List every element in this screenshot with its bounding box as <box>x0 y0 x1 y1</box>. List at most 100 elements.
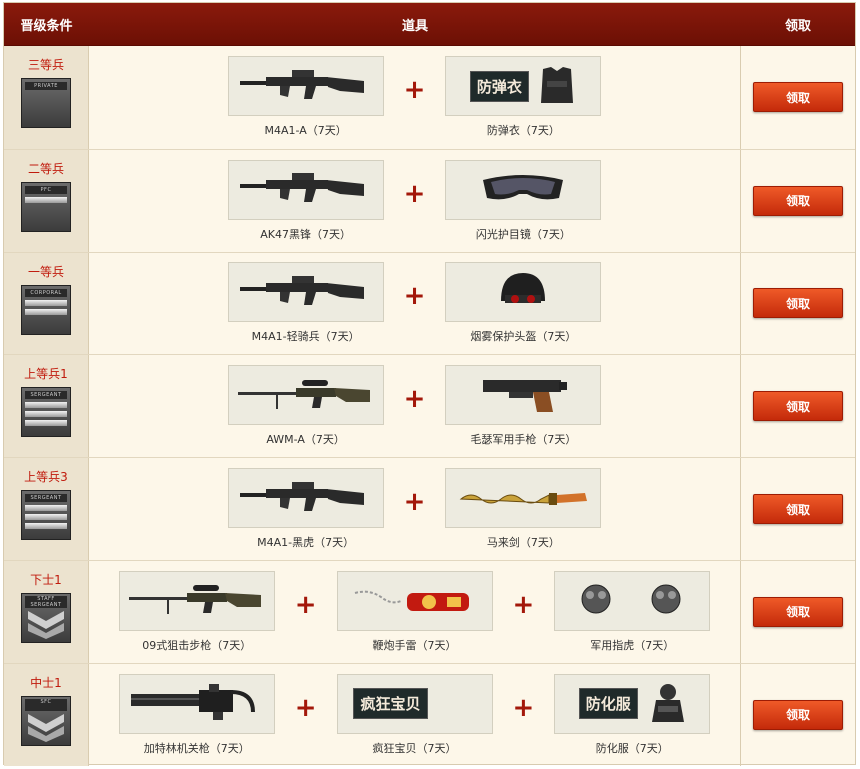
item-thumbnail <box>227 56 384 117</box>
rank-cell: 上等兵3 SERGEANT <box>4 458 89 560</box>
item-label: 疯狂宝贝（7天） <box>372 741 457 755</box>
firecracker-icon <box>345 579 485 622</box>
knuckles-icon <box>562 579 702 622</box>
rifle-icon <box>236 477 376 520</box>
plus-icon: + <box>512 589 535 620</box>
item-label: M4A1-黑虎（7天） <box>257 536 355 550</box>
header-rank: 晋级条件 <box>20 18 73 34</box>
items-cell: M4A1-轻骑兵（7天） + 烟雾保护头盔（7天） <box>89 252 741 355</box>
plus-icon: + <box>403 178 426 209</box>
rank-name: 二等兵 <box>27 161 64 176</box>
item-thumbnail <box>445 262 602 323</box>
reward-row: 一等兵 CORPORAL M4A1-轻骑兵（7天） + 烟雾保护头盔（7天） 领取 <box>4 251 855 355</box>
rank-name: 上等兵3 <box>24 470 68 485</box>
reward-table: 晋级条件 道具 领取 三等兵 PRIVATE M4A1-A（7天） + 防弹衣防弹衣（7… <box>3 2 856 766</box>
item-thumbnail <box>445 468 602 529</box>
items-cell: AWM-A（7天） + 毛瑟军用手枪（7天） <box>89 355 741 458</box>
items-cell: AK47黑锋（7天） + 闪光护目镜（7天） <box>89 149 741 252</box>
reward-item: 闪光护目镜（7天） <box>445 159 602 242</box>
item-thumbnail <box>118 673 275 734</box>
rifle-icon <box>236 168 376 211</box>
item-label: 烟雾保护头盔（7天） <box>470 330 577 344</box>
item-badge: 防化服 <box>578 688 638 720</box>
reward-item: AK47黑锋（7天） <box>227 159 384 242</box>
claim-button[interactable]: 领取 <box>753 596 843 627</box>
reward-row: 下士1 STAFF SERGEANT 09式狙击步枪（7天） + 鞭炮手雷（7天） + 军用指… <box>4 559 855 663</box>
reward-item: 09式狙击步枪（7天） <box>118 570 275 653</box>
claim-button[interactable]: 领取 <box>753 185 843 216</box>
reward-item: M4A1-黑虎（7天） <box>227 468 384 550</box>
claim-button[interactable]: 领取 <box>753 82 843 113</box>
reward-row: 上等兵3 SERGEANT M4A1-黑虎（7天） + 马来剑（7天） 领取 <box>4 457 855 560</box>
item-label: M4A1-轻骑兵（7天） <box>251 330 360 344</box>
rank-cell: 下士1 STAFF SERGEANT <box>4 560 89 663</box>
table-header: 晋级条件 道具 领取 <box>4 3 855 46</box>
plus-icon: + <box>294 692 317 723</box>
claim-button[interactable]: 领取 <box>753 699 843 730</box>
reward-item: 军用指虎（7天） <box>554 570 711 653</box>
rank-name: 三等兵 <box>27 58 64 72</box>
rank-name: 一等兵 <box>27 264 64 279</box>
rifle-icon <box>236 271 376 314</box>
reward-item: 疯狂宝贝疯狂宝贝（7天） <box>336 673 493 756</box>
header-items: 道具 <box>401 18 428 34</box>
item-thumbnail <box>554 570 711 631</box>
item-thumbnail: 疯狂宝贝 <box>336 673 493 734</box>
item-thumbnail <box>445 159 602 220</box>
sniper-icon <box>236 374 376 417</box>
reward-item: 毛瑟军用手枪（7天） <box>445 365 602 447</box>
item-thumbnail <box>445 365 602 426</box>
item-label: 马来剑（7天） <box>486 536 560 550</box>
rank-insignia: SERGEANT <box>21 490 71 541</box>
claim-button[interactable]: 领取 <box>753 288 843 319</box>
claim-cell: 领取 <box>741 664 855 766</box>
rank-name: 中士1 <box>30 675 62 690</box>
item-thumbnail <box>118 570 275 631</box>
reward-item: 防弹衣防弹衣（7天） <box>445 56 602 138</box>
reward-item: M4A1-A（7天） <box>227 56 384 138</box>
items-cell: M4A1-A（7天） + 防弹衣防弹衣（7天） <box>89 46 741 149</box>
sniper-icon <box>127 579 267 622</box>
claim-button[interactable]: 领取 <box>753 391 843 422</box>
plus-icon: + <box>403 384 426 415</box>
plus-icon: + <box>403 75 426 106</box>
claim-cell: 领取 <box>741 561 855 663</box>
item-label: 防化服（7天） <box>595 741 669 755</box>
rank-insignia: SFC <box>21 695 71 746</box>
rank-insignia: SERGEANT <box>21 387 71 438</box>
plus-icon: + <box>403 487 426 518</box>
item-badge: 防弹衣 <box>469 70 529 102</box>
claim-cell: 领取 <box>741 458 855 560</box>
item-thumbnail: 防化服 <box>554 673 711 734</box>
reward-item: M4A1-轻骑兵（7天） <box>227 262 384 344</box>
items-cell: 加特林机关枪（7天） + 疯狂宝贝 疯狂宝贝（7天） + 防化服 防化服（7天） <box>89 663 741 766</box>
item-thumbnail <box>227 262 384 323</box>
reward-item: 防化服防化服（7天） <box>554 673 711 756</box>
claim-cell: 领取 <box>741 355 855 457</box>
rank-name: 下士1 <box>30 572 62 587</box>
reward-item: 加特林机关枪（7天） <box>118 673 275 756</box>
minigun-icon <box>127 682 267 725</box>
claim-cell: 领取 <box>741 253 855 355</box>
item-thumbnail <box>336 570 493 631</box>
item-label: 09式狙击步枪（7天） <box>142 638 252 652</box>
item-label: 毛瑟军用手枪（7天） <box>470 433 577 447</box>
rank-cell: 二等兵 PFC <box>4 149 89 252</box>
item-thumbnail <box>227 468 384 529</box>
item-label: AWM-A（7天） <box>266 433 345 447</box>
helmet-icon <box>453 271 593 314</box>
reward-item: 鞭炮手雷（7天） <box>336 570 493 653</box>
item-label: 防弹衣（7天） <box>486 124 560 138</box>
pistol-icon <box>453 374 593 417</box>
items-cell: M4A1-黑虎（7天） + 马来剑（7天） <box>89 458 741 560</box>
claim-button[interactable]: 领取 <box>753 494 843 525</box>
claim-cell: 领取 <box>741 46 855 149</box>
item-thumbnail: 防弹衣 <box>445 56 602 117</box>
item-label: 闪光护目镜（7天） <box>475 227 571 241</box>
item-label: AK47黑锋（7天） <box>260 227 351 241</box>
hazmat-suit-icon <box>646 682 686 725</box>
rank-cell: 三等兵 PRIVATE <box>4 46 89 149</box>
items-cell: 09式狙击步枪（7天） + 鞭炮手雷（7天） + 军用指虎（7天） <box>89 560 741 663</box>
item-label: M4A1-A（7天） <box>264 124 347 138</box>
rank-cell: 一等兵 CORPORAL <box>4 252 89 355</box>
